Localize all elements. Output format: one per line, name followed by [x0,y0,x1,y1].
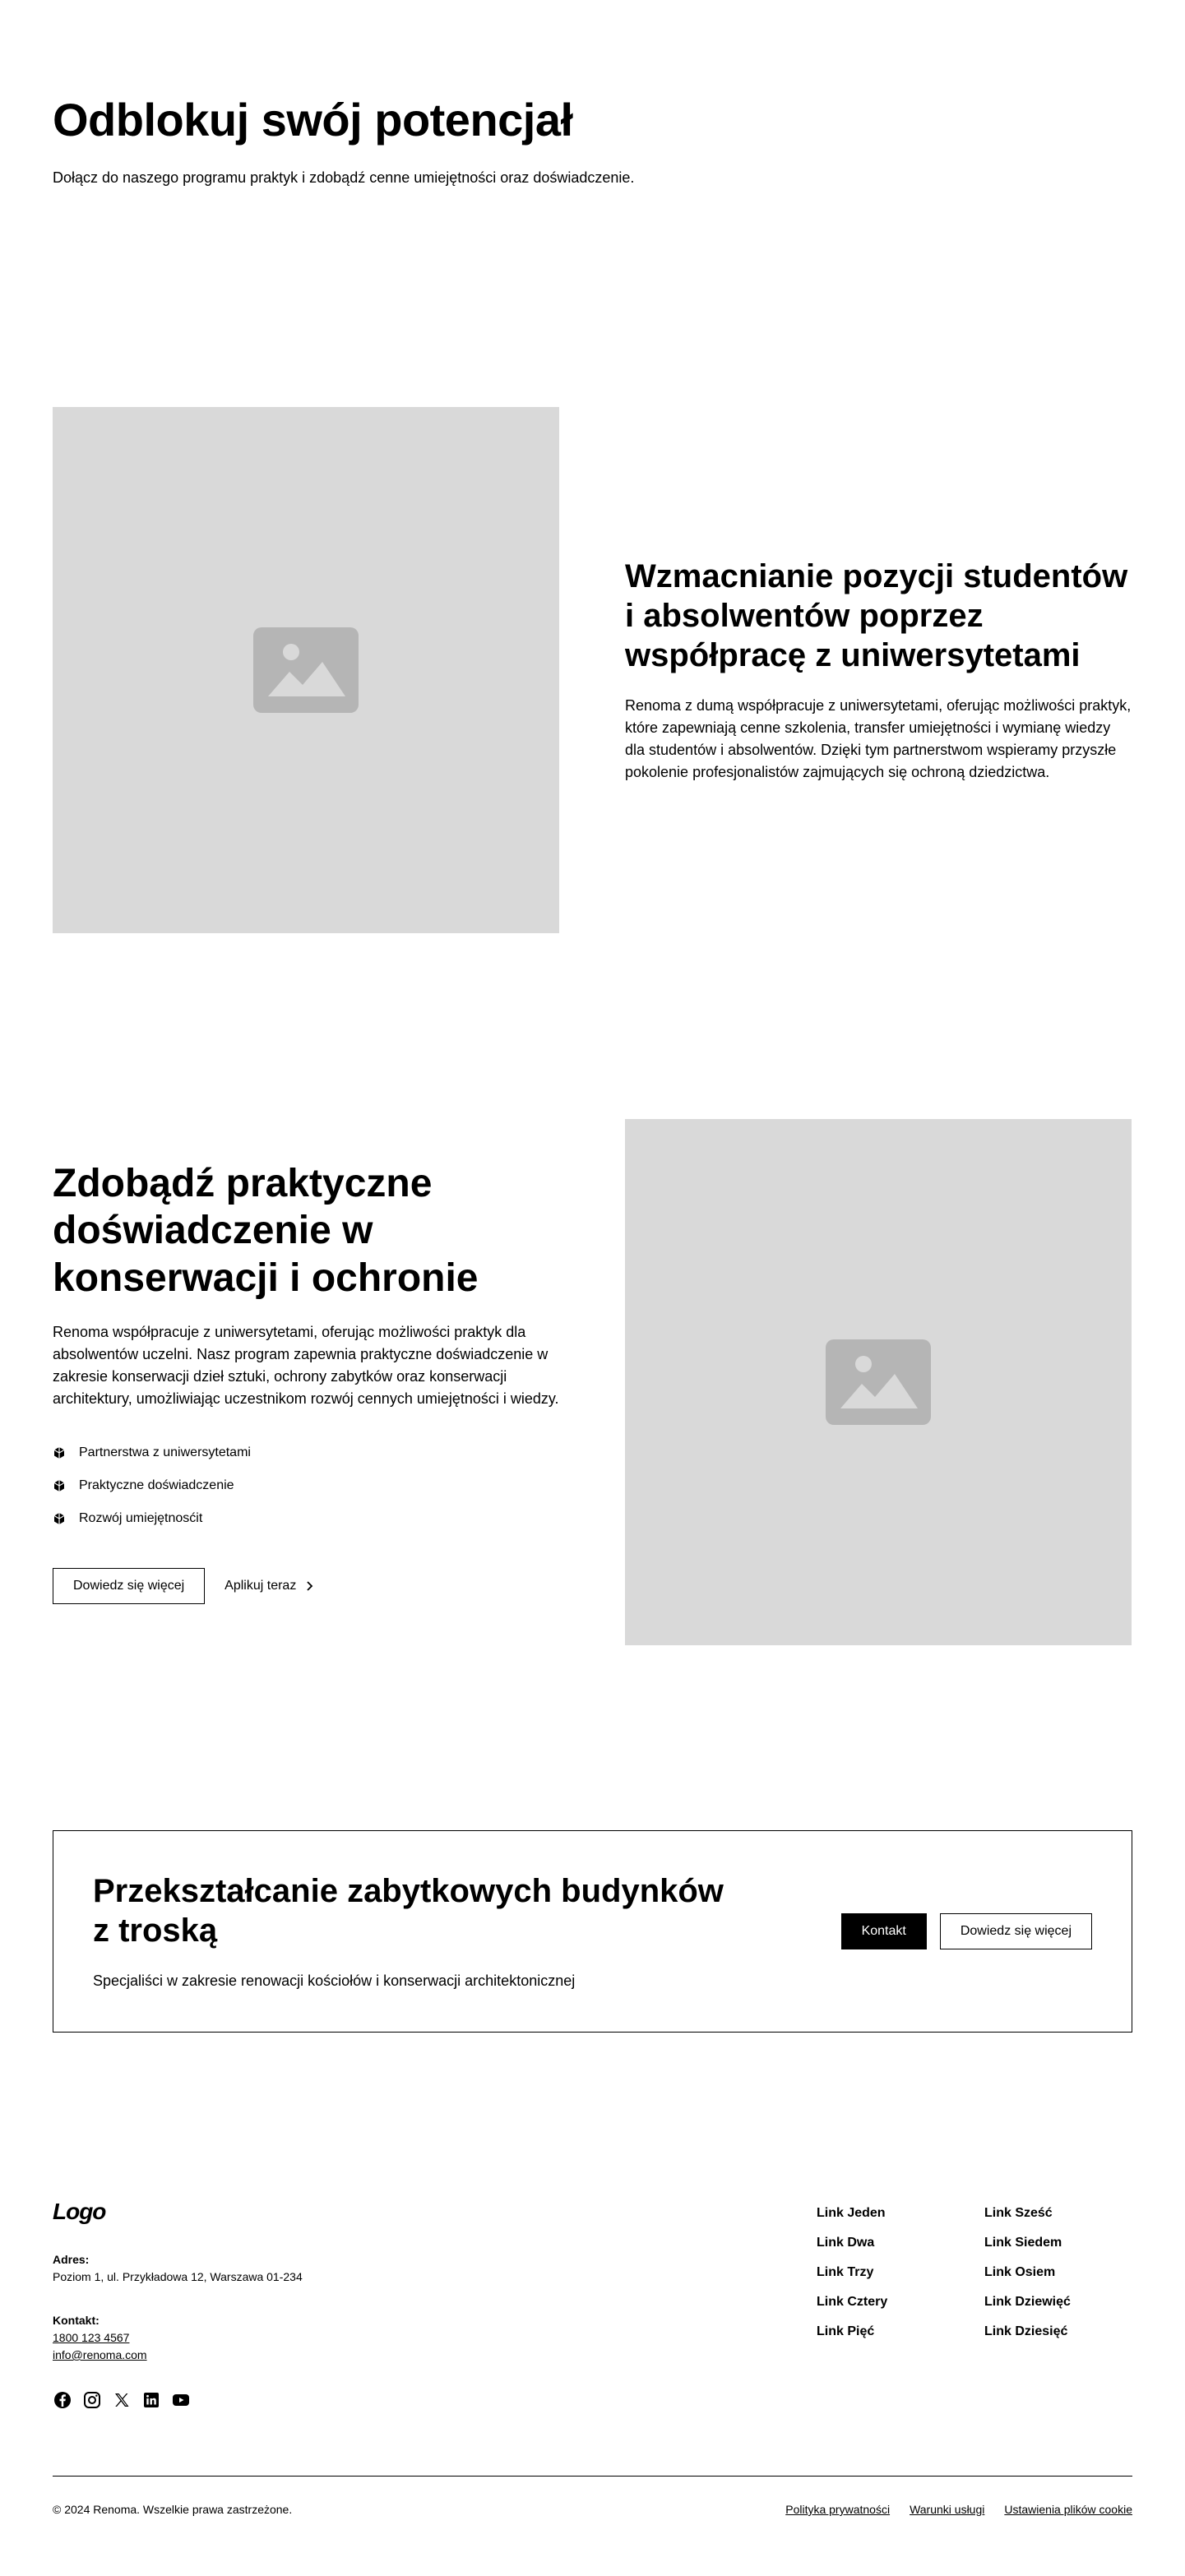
email-link[interactable]: info@renoma.com [53,2347,303,2364]
universities-title: Wzmacnianie pozycji studentów i absolwen… [625,558,1128,673]
footer-link[interactable]: Link Siedem [984,2228,1132,2258]
cta-buttons: Kontakt Dowiedz się więcej [840,1913,1092,1949]
feature-item: Rozwój umiejętnosćit [53,1502,559,1535]
footer-link[interactable]: Link Pięć [817,2317,965,2347]
cube-icon [53,1512,66,1525]
logo[interactable]: Logo [53,2199,303,2225]
facebook-icon[interactable] [53,2390,72,2410]
cta-section: Przekształcanie zabytkowych budynków z t… [0,1738,1185,2199]
footer-link[interactable]: Link Cztery [817,2287,965,2317]
experience-title: Zdobądź praktyczne doświadczenie w konse… [53,1161,479,1300]
hero-subtitle: Dołącz do naszego programu praktyk i zdo… [53,169,635,187]
image-placeholder-icon [253,627,359,713]
footer-bottom: © 2024 Renoma. Wszelkie prawa zastrzeżon… [53,2476,1132,2576]
footer-links-column-1: Link Jeden Link Dwa Link Trzy Link Czter… [817,2199,965,2410]
learn-more-button[interactable]: Dowiedz się więcej [53,1568,206,1605]
footer-link-columns: Link Jeden Link Dwa Link Trzy Link Czter… [817,2199,1132,2410]
experience-section: Zdobądź praktyczne doświadczenie w konse… [0,1026,1185,1738]
image-placeholder-icon [826,1339,931,1425]
cube-icon [53,1446,66,1459]
experience-actions: Dowiedz się więcej Aplikuj teraz [53,1568,559,1605]
footer-link[interactable]: Link Dziewięć [984,2287,1132,2317]
footer: Logo Adres: Poziom 1, ul. Przykładowa 12… [0,2199,1185,2576]
feature-label: Partnerstwa z uniwersytetami [79,1445,251,1460]
apply-now-label: Aplikuj teraz [225,1579,297,1593]
feature-list: Partnerstwa z uniwersytetami Praktyczne … [53,1436,559,1535]
universities-description: Renoma z dumą współpracuje z uniwersytet… [625,697,1132,780]
cookie-settings-link[interactable]: Ustawienia plików cookie [1004,2503,1132,2576]
footer-link[interactable]: Link Dziesięć [984,2317,1132,2347]
footer-top: Logo Adres: Poziom 1, ul. Przykładowa 12… [53,2199,1132,2476]
cta-text: Przekształcanie zabytkowych budynków z t… [93,1871,734,1992]
terms-of-service-link[interactable]: Warunki usługi [910,2503,984,2576]
contact-label: Kontakt: [53,2314,100,2327]
cube-icon [53,1479,66,1492]
universities-section: Wzmacnianie pozycji studentów i absolwen… [0,314,1185,1026]
cta-box: Przekształcanie zabytkowych budynków z t… [53,1830,1132,2033]
feature-label: Praktyczne doświadczenie [79,1478,234,1493]
address-text: Poziom 1, ul. Przykładowa 12, Warszawa 0… [53,2270,303,2283]
copyright: © 2024 Renoma. Wszelkie prawa zastrzeżon… [53,2503,293,2516]
linkedin-icon[interactable] [141,2390,161,2410]
cta-subtitle: Specjaliści w zakresie renowacji kościoł… [93,1972,576,1989]
footer-links-column-2: Link Sześć Link Siedem Link Osiem Link D… [984,2199,1132,2410]
footer-link[interactable]: Link Osiem [984,2258,1132,2287]
cta-title: Przekształcanie zabytkowych budynków z t… [93,1872,724,1949]
contact-button[interactable]: Kontakt [840,1913,927,1949]
feature-item: Praktyczne doświadczenie [53,1469,559,1502]
footer-link[interactable]: Link Dwa [817,2228,965,2258]
phone-link[interactable]: 1800 123 4567 [53,2329,303,2347]
privacy-policy-link[interactable]: Polityka prywatności [785,2503,890,2576]
image-placeholder [53,407,559,933]
feature-label: Rozwój umiejętnosćit [79,1511,203,1526]
hero-section: Odblokuj swój potencjał Dołącz do naszeg… [0,0,1185,314]
hero-title: Odblokuj swój potencjał [53,94,573,146]
experience-description: Renoma współpracuje z uniwersytetami, of… [53,1324,559,1408]
youtube-icon[interactable] [171,2390,191,2410]
apply-now-button[interactable]: Aplikuj teraz [225,1579,316,1593]
address-label: Adres: [53,2253,90,2266]
universities-text: Wzmacnianie pozycji studentów i absolwen… [625,557,1132,784]
x-icon[interactable] [112,2390,132,2410]
footer-link[interactable]: Link Sześć [984,2199,1132,2228]
experience-text: Zdobądź praktyczne doświadczenie w konse… [53,1160,559,1605]
image-placeholder [625,1119,1132,1645]
address-block: Adres: Poziom 1, ul. Przykładowa 12, War… [53,2251,303,2286]
instagram-icon[interactable] [82,2390,102,2410]
footer-info: Logo Adres: Poziom 1, ul. Przykładowa 12… [53,2199,303,2410]
social-links [53,2390,303,2410]
footer-link[interactable]: Link Trzy [817,2258,965,2287]
feature-item: Partnerstwa z uniwersytetami [53,1436,559,1469]
contact-block: Kontakt: 1800 123 4567 info@renoma.com [53,2312,303,2364]
cta-learn-more-button[interactable]: Dowiedz się więcej [939,1913,1092,1949]
legal-links: Polityka prywatności Warunki usługi Usta… [785,2503,1132,2576]
chevron-right-icon [307,1581,313,1592]
footer-link[interactable]: Link Jeden [817,2199,965,2228]
